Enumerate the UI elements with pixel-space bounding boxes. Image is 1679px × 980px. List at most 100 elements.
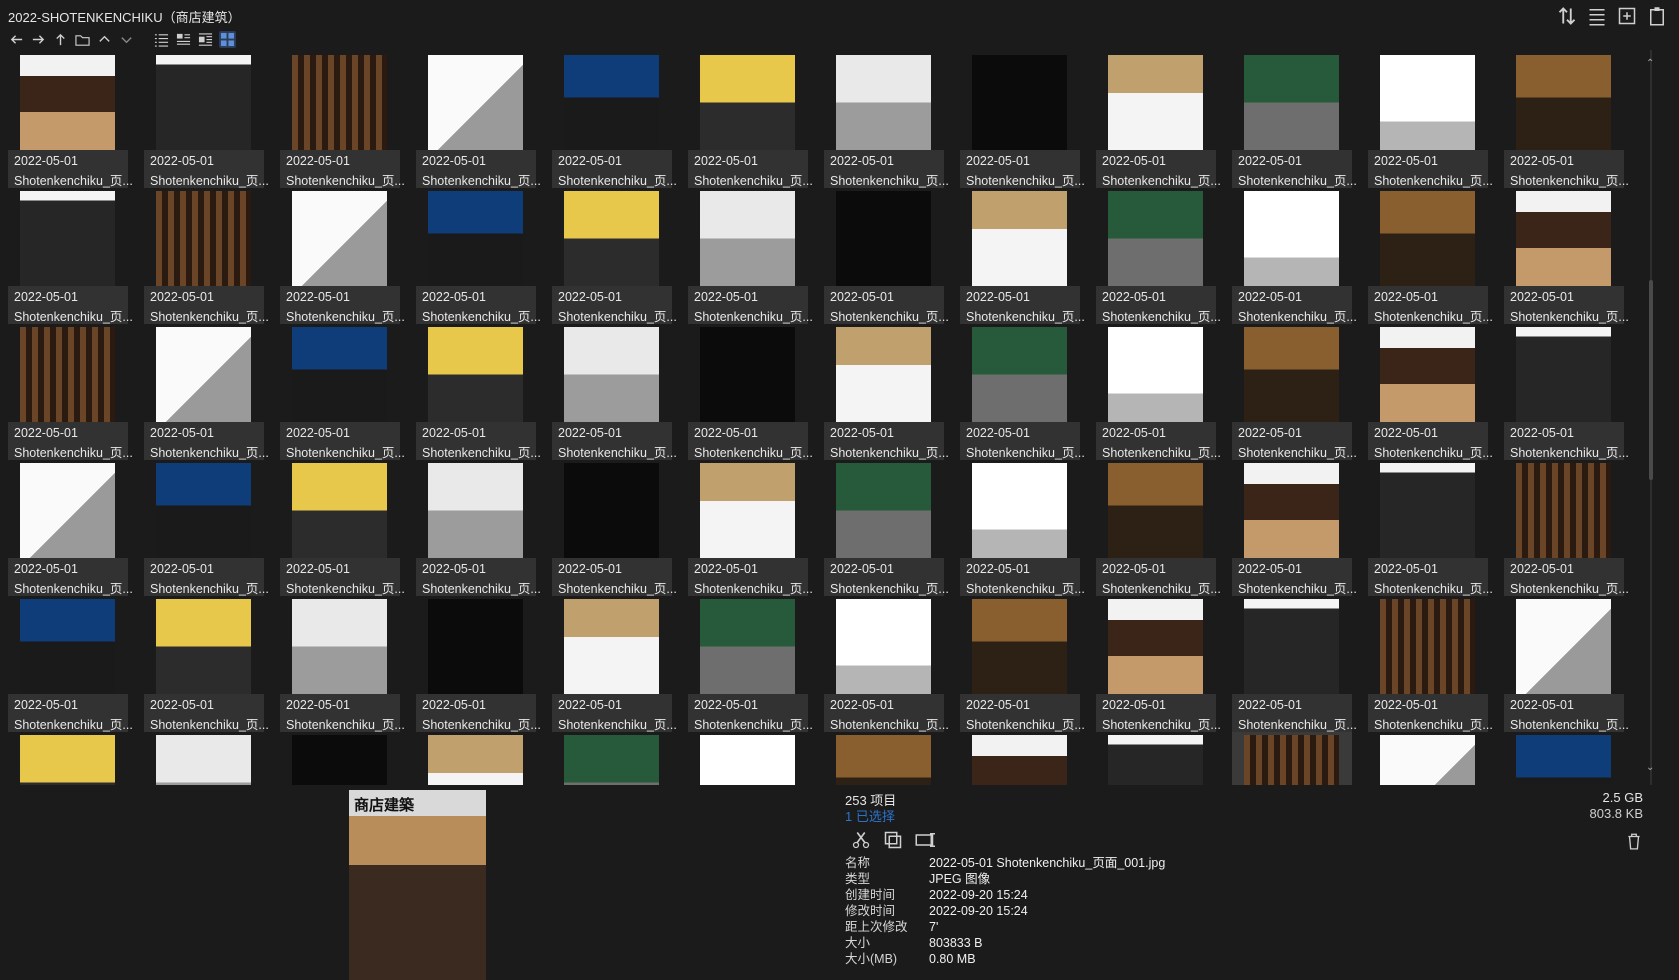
thumbnail-item[interactable]: 2022-05-01 Shotenkenchiku_页... (824, 188, 949, 324)
detail-view-icon[interactable] (175, 31, 192, 48)
thumbnail-item[interactable]: 2022-05-01 Shotenkenchiku_页... (1096, 52, 1221, 188)
copy-icon[interactable] (883, 830, 903, 850)
thumbnail-item[interactable]: 2022-05-01 Shotenkenchiku_页... (688, 596, 813, 732)
thumbnail-item[interactable]: 2022-05-01 Shotenkenchiku_页... (960, 52, 1085, 188)
thumbnail-item[interactable] (8, 732, 128, 785)
thumbnail-item[interactable]: 2022-05-01 Shotenkenchiku_页... (688, 460, 813, 596)
back-arrow-icon[interactable] (8, 31, 25, 48)
cut-icon[interactable] (851, 830, 871, 850)
thumbnail-item[interactable]: 2022-05-01 Shotenkenchiku_页... (416, 324, 541, 460)
thumbnail-item[interactable]: 2022-05-01 Shotenkenchiku_页... (824, 324, 949, 460)
vertical-scrollbar[interactable]: ⌃ ⌄ (1644, 50, 1658, 785)
thumbnail-image (20, 191, 115, 286)
thumbnail-item[interactable]: 2022-05-01 Shotenkenchiku_页... (8, 52, 133, 188)
thumbnail-item[interactable]: 2022-05-01 Shotenkenchiku_页... (8, 324, 133, 460)
thumbnail-date: 2022-05-01 (830, 154, 894, 168)
thumbnail-item[interactable]: 2022-05-01 Shotenkenchiku_页... (144, 188, 269, 324)
thumbnail-grid: 2022-05-01 Shotenkenchiku_页... 2022-05-01 S… (8, 52, 1638, 785)
thumbnail-item[interactable]: 2022-05-01 Shotenkenchiku_页... (688, 324, 813, 460)
thumbnail-item[interactable] (1368, 732, 1488, 785)
thumbnail-item[interactable]: 2022-05-01 Shotenkenchiku_页... (416, 460, 541, 596)
thumbnail-item[interactable]: 2022-05-01 Shotenkenchiku_页... (960, 460, 1085, 596)
thumbnail-item[interactable]: 2022-05-01 Shotenkenchiku_页... (552, 324, 677, 460)
thumbnail-item[interactable]: 2022-05-01 Shotenkenchiku_页... (1368, 52, 1493, 188)
thumbnail-item[interactable]: 2022-05-01 Shotenkenchiku_页... (144, 52, 269, 188)
thumbnail-item[interactable]: 2022-05-01 Shotenkenchiku_页... (1368, 324, 1493, 460)
list-view-icon[interactable] (153, 31, 170, 48)
thumbnail-item[interactable]: 2022-05-01 Shotenkenchiku_页... (1368, 596, 1493, 732)
chevron-up-icon[interactable] (96, 31, 113, 48)
thumbnail-item[interactable]: 2022-05-01 Shotenkenchiku_页... (1504, 460, 1629, 596)
clipboard-icon[interactable] (1647, 6, 1667, 26)
thumbnail-item[interactable]: 2022-05-01 Shotenkenchiku_页... (8, 460, 133, 596)
thumbnail-item[interactable] (552, 732, 672, 785)
thumbnail-image (836, 463, 931, 558)
thumbnail-item[interactable]: 2022-05-01 Shotenkenchiku_页... (280, 460, 405, 596)
thumbnail-item[interactable]: 2022-05-01 Shotenkenchiku_页... (552, 460, 677, 596)
thumbnail-item[interactable]: 2022-05-01 Shotenkenchiku_页... (280, 188, 405, 324)
sort-icon[interactable] (1557, 6, 1577, 26)
new-window-icon[interactable] (1617, 6, 1637, 26)
thumbnail-item[interactable] (688, 732, 808, 785)
preview-pane[interactable]: 商店建築 (349, 790, 486, 980)
thumbnail-item[interactable]: 2022-05-01 Shotenkenchiku_页... (1096, 596, 1221, 732)
thumbnail-item[interactable]: 2022-05-01 Shotenkenchiku_页... (1504, 188, 1629, 324)
thumbnail-item[interactable] (1232, 732, 1352, 785)
thumbnail-item[interactable]: 2022-05-01 Shotenkenchiku_页... (144, 596, 269, 732)
thumbnail-item[interactable]: 2022-05-01 Shotenkenchiku_页... (552, 596, 677, 732)
thumbnail-item[interactable] (960, 732, 1080, 785)
thumbnail-item[interactable]: 2022-05-01 Shotenkenchiku_页... (280, 324, 405, 460)
thumbnail-item[interactable]: 2022-05-01 Shotenkenchiku_页... (960, 324, 1085, 460)
thumbnail-item[interactable] (144, 732, 264, 785)
thumbnail-item[interactable]: 2022-05-01 Shotenkenchiku_页... (1504, 52, 1629, 188)
thumbnail-item[interactable]: 2022-05-01 Shotenkenchiku_页... (416, 188, 541, 324)
folder-icon[interactable] (74, 31, 91, 48)
thumbnail-item[interactable]: 2022-05-01 Shotenkenchiku_页... (1232, 52, 1357, 188)
thumbnail-item[interactable]: 2022-05-01 Shotenkenchiku_页... (1504, 324, 1629, 460)
scroll-thumb[interactable] (1649, 280, 1653, 480)
chevron-down-icon[interactable]: ⌄ (1646, 762, 1654, 773)
thumbnail-item[interactable]: 2022-05-01 Shotenkenchiku_页... (1232, 188, 1357, 324)
thumbnail-item[interactable] (1096, 732, 1216, 785)
thumbnail-item[interactable] (1504, 732, 1624, 785)
thumbnail-item[interactable]: 2022-05-01 Shotenkenchiku_页... (280, 596, 405, 732)
thumbnail-item[interactable]: 2022-05-01 Shotenkenchiku_页... (1232, 460, 1357, 596)
columns-icon[interactable] (1587, 6, 1607, 26)
thumbnail-item[interactable]: 2022-05-01 Shotenkenchiku_页... (8, 188, 133, 324)
chevron-up-icon[interactable]: ⌃ (1646, 58, 1654, 69)
thumbnail-item[interactable]: 2022-05-01 Shotenkenchiku_页... (1232, 596, 1357, 732)
thumbnail-item[interactable]: 2022-05-01 Shotenkenchiku_页... (688, 188, 813, 324)
thumbnail-item[interactable]: 2022-05-01 Shotenkenchiku_页... (1504, 596, 1629, 732)
thumbnail-item[interactable]: 2022-05-01 Shotenkenchiku_页... (1368, 460, 1493, 596)
thumbnail-item[interactable]: 2022-05-01 Shotenkenchiku_页... (1232, 324, 1357, 460)
thumbnail-item[interactable]: 2022-05-01 Shotenkenchiku_页... (824, 596, 949, 732)
forward-arrow-icon[interactable] (30, 31, 47, 48)
thumbnail-item[interactable]: 2022-05-01 Shotenkenchiku_页... (1096, 324, 1221, 460)
thumbnail-item[interactable]: 2022-05-01 Shotenkenchiku_页... (552, 188, 677, 324)
thumbnail-item[interactable]: 2022-05-01 Shotenkenchiku_页... (1096, 188, 1221, 324)
thumbnail-item[interactable]: 2022-05-01 Shotenkenchiku_页... (552, 52, 677, 188)
thumbnail-item[interactable]: 2022-05-01 Shotenkenchiku_页... (144, 324, 269, 460)
thumbnail-item[interactable]: 2022-05-01 Shotenkenchiku_页... (960, 596, 1085, 732)
selected-count[interactable]: 1 已选择 (845, 806, 895, 825)
thumbnail-item[interactable] (824, 732, 944, 785)
rename-icon[interactable] (915, 830, 935, 850)
details-pane-icon[interactable] (197, 31, 214, 48)
thumbnail-item[interactable]: 2022-05-01 Shotenkenchiku_页... (280, 52, 405, 188)
chevron-down-icon[interactable] (118, 31, 135, 48)
thumbnail-item[interactable]: 2022-05-01 Shotenkenchiku_页... (1368, 188, 1493, 324)
thumbnail-item[interactable]: 2022-05-01 Shotenkenchiku_页... (688, 52, 813, 188)
thumbnail-item[interactable] (416, 732, 536, 785)
thumbnail-item[interactable]: 2022-05-01 Shotenkenchiku_页... (416, 52, 541, 188)
grid-view-icon[interactable] (219, 30, 236, 48)
thumbnail-item[interactable]: 2022-05-01 Shotenkenchiku_页... (416, 596, 541, 732)
thumbnail-item[interactable] (280, 732, 400, 785)
thumbnail-item[interactable]: 2022-05-01 Shotenkenchiku_页... (824, 52, 949, 188)
thumbnail-item[interactable]: 2022-05-01 Shotenkenchiku_页... (1096, 460, 1221, 596)
up-arrow-icon[interactable] (52, 31, 69, 48)
thumbnail-item[interactable]: 2022-05-01 Shotenkenchiku_页... (824, 460, 949, 596)
thumbnail-item[interactable]: 2022-05-01 Shotenkenchiku_页... (960, 188, 1085, 324)
trash-icon[interactable] (1625, 832, 1643, 850)
thumbnail-item[interactable]: 2022-05-01 Shotenkenchiku_页... (8, 596, 133, 732)
thumbnail-item[interactable]: 2022-05-01 Shotenkenchiku_页... (144, 460, 269, 596)
